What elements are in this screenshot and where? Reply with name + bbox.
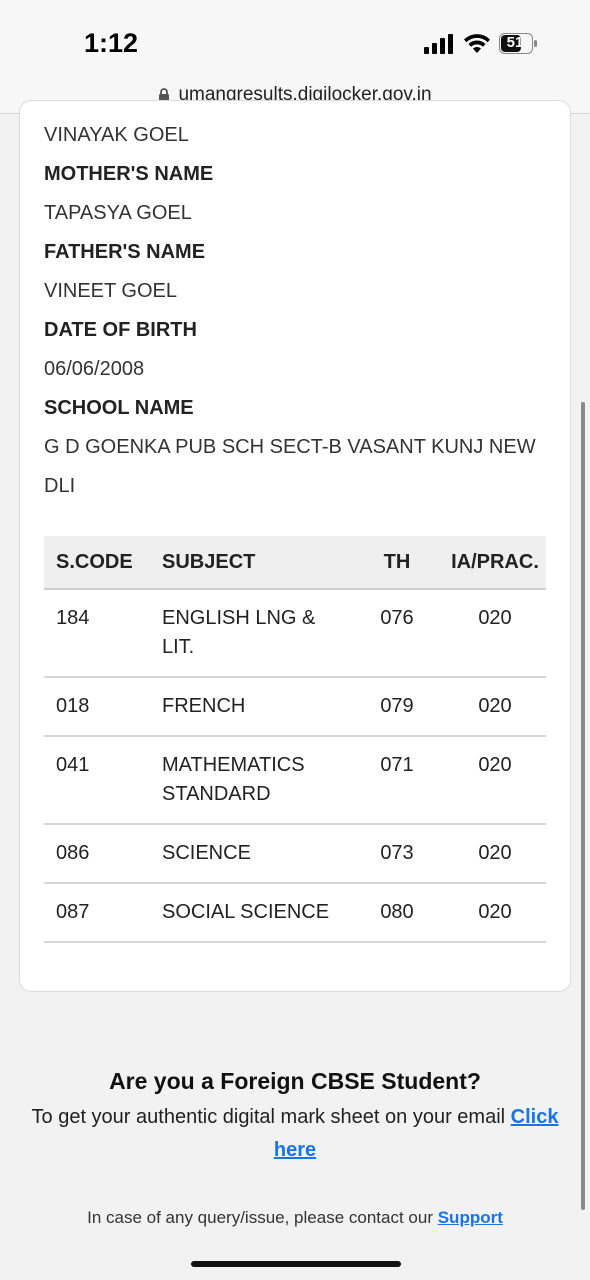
marks-table: S.CODE SUBJECT TH IA/PRAC. 184 ENGLISH L…: [44, 536, 546, 943]
status-bar: 1:12 51: [0, 0, 590, 76]
header-ia-prac: IA/PRAC.: [444, 536, 546, 590]
father-name-value: VINEET GOEL: [44, 280, 178, 302]
table-row: 086 SCIENCE 073 020: [44, 824, 546, 884]
header-scode: S.CODE: [44, 536, 150, 590]
subject-code: 041: [44, 736, 150, 825]
dob-label: DATE OF BIRTH: [44, 319, 197, 341]
theory-marks: 080: [350, 883, 444, 943]
cellular-signal-icon: [424, 34, 453, 54]
subject-code: 086: [44, 824, 150, 884]
contact-text: In case of any query/issue, please conta…: [87, 1208, 433, 1227]
theory-marks: 079: [350, 677, 444, 737]
theory-marks: 071: [350, 736, 444, 825]
theory-marks: 073: [350, 824, 444, 884]
foreign-student-description: To get your authentic digital mark sheet…: [31, 1106, 506, 1128]
battery-icon: 51: [499, 33, 539, 60]
subject-name: SCIENCE: [150, 824, 350, 884]
subject-code: 184: [44, 589, 150, 678]
ia-marks: 020: [444, 824, 546, 884]
subject-name: FRENCH: [150, 677, 350, 737]
ia-marks: 020: [444, 677, 546, 737]
header-subject: SUBJECT: [150, 536, 350, 590]
table-row: 087 SOCIAL SCIENCE 080 020: [44, 883, 546, 943]
ia-marks: 020: [444, 736, 546, 825]
ia-marks: 020: [444, 589, 546, 678]
ia-marks: 020: [444, 883, 546, 943]
subject-code: 018: [44, 677, 150, 737]
school-name-value: G D GOENKA PUB SCH SECT-B VASANT KUNJ NE…: [44, 436, 536, 497]
subject-name: MATHEMATICS STANDARD: [150, 736, 350, 825]
status-time: 1:12: [84, 28, 139, 58]
father-name-label: FATHER'S NAME: [44, 241, 206, 263]
table-row: 041 MATHEMATICS STANDARD 071 020: [44, 736, 546, 825]
subject-name: ENGLISH LNG & LIT.: [150, 589, 350, 678]
subject-name: SOCIAL SCIENCE: [150, 883, 350, 943]
foreign-student-text: To get your authentic digital mark sheet…: [30, 1101, 560, 1167]
support-link[interactable]: Support: [438, 1208, 503, 1227]
mother-name-label: MOTHER'S NAME: [44, 163, 214, 185]
home-indicator[interactable]: [191, 1261, 401, 1267]
foreign-student-heading: Are you a Foreign CBSE Student?: [109, 1068, 481, 1094]
mother-name-value: TAPASYA GOEL: [44, 202, 192, 224]
student-info: VINAYAK GOEL MOTHER'S NAME TAPASYA GOEL …: [44, 116, 544, 506]
marks-table-header: S.CODE SUBJECT TH IA/PRAC.: [44, 536, 546, 590]
page-scrollbar[interactable]: [581, 402, 585, 1210]
theory-marks: 076: [350, 589, 444, 678]
battery-level: 51: [506, 34, 524, 51]
table-row: 184 ENGLISH LNG & LIT. 076 020: [44, 589, 546, 678]
subject-code: 087: [44, 883, 150, 943]
school-name-label: SCHOOL NAME: [44, 397, 194, 419]
table-row: 018 FRENCH 079 020: [44, 677, 546, 737]
header-th: TH: [350, 536, 444, 590]
student-name-value: VINAYAK GOEL: [44, 124, 189, 146]
wifi-icon: [464, 34, 490, 53]
contact-line: In case of any query/issue, please conta…: [0, 1208, 590, 1228]
dob-value: 06/06/2008: [44, 358, 145, 380]
